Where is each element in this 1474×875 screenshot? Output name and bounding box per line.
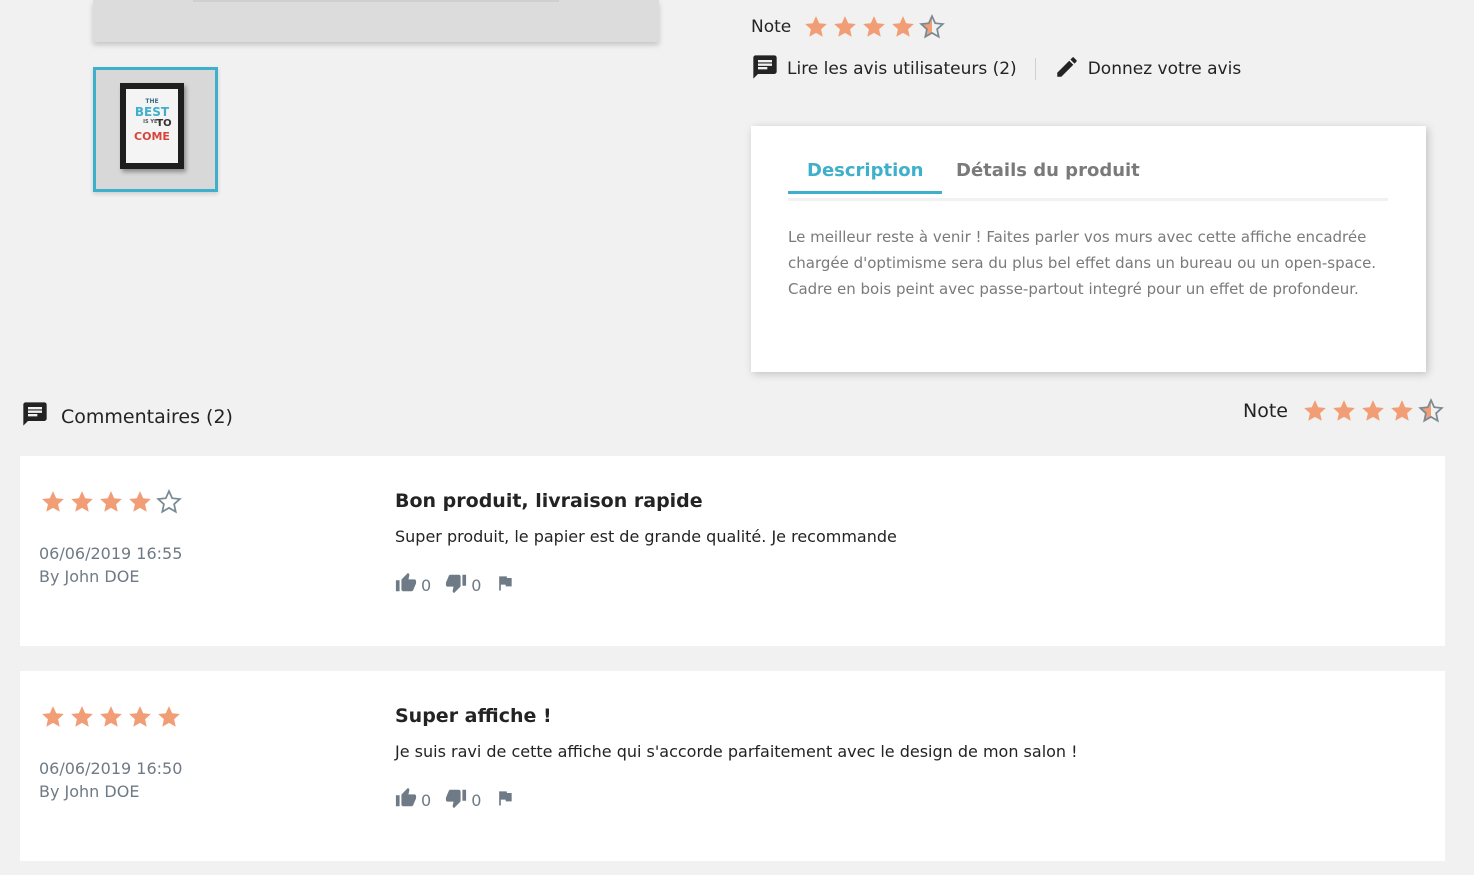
useful-count: 0 (421, 790, 432, 810)
thumbs-up-icon (395, 787, 417, 813)
description-text: Le meilleur reste à venir ! Faites parle… (788, 228, 1377, 298)
star-icon (100, 706, 122, 727)
average-rating-stars (1302, 398, 1444, 424)
review-body: Je suis ravi de cette affiche qui s'acco… (395, 742, 1078, 761)
comments-header: Commentaires (2) (21, 400, 233, 433)
review-stars (40, 704, 182, 730)
review-card: 06/06/2019 16:55 By John DOE Bon produit… (20, 456, 1445, 646)
poster-text-to: TO (156, 118, 172, 129)
not-useful-button[interactable]: 0 (445, 572, 481, 598)
product-rating: Note (751, 14, 946, 40)
average-rating: Note (1243, 398, 1444, 424)
thumbs-down-icon (445, 572, 467, 598)
star-icon (919, 14, 946, 39)
report-button[interactable] (495, 573, 515, 597)
not-useful-count: 0 (471, 790, 482, 810)
product-thumbnail[interactable]: THE BEST IS YET TO COME (93, 67, 218, 192)
star-icon (805, 16, 828, 37)
poster-frame: THE BEST IS YET TO COME (120, 83, 184, 169)
comment-icon (21, 400, 49, 433)
star-icon (100, 491, 122, 512)
comments-title: Commentaires (2) (61, 405, 233, 428)
review-actions: 0 0 (395, 787, 515, 813)
poster-text-best: BEST (134, 105, 170, 119)
poster-text-come: COME (134, 130, 170, 143)
product-main-image (93, 0, 659, 42)
review-links: Lire les avis utilisateurs (2) Donnez vo… (751, 54, 1242, 85)
review-card: 06/06/2019 16:50 By John DOE Super affic… (20, 671, 1445, 861)
tabs-bar: Description Détails du produit (788, 154, 1388, 201)
thumbs-up-icon (395, 572, 417, 598)
review-title: Super affiche ! (395, 705, 552, 727)
star-icon (156, 489, 182, 514)
star-icon (129, 706, 151, 727)
review-author: By John DOE (39, 782, 140, 801)
star-icon (1362, 400, 1384, 421)
star-icon (1391, 400, 1413, 421)
tab-product-details[interactable]: Détails du produit (956, 160, 1140, 191)
average-rating-label: Note (1243, 400, 1288, 422)
flag-icon (495, 788, 515, 812)
rating-label: Note (751, 17, 792, 37)
star-icon (1333, 400, 1355, 421)
not-useful-button[interactable]: 0 (445, 787, 481, 813)
rating-stars (803, 14, 946, 40)
product-tabs-panel: Description Détails du produit Le meille… (751, 126, 1426, 372)
star-icon (129, 491, 151, 512)
star-icon (892, 16, 915, 37)
read-reviews-label: Lire les avis utilisateurs (2) (787, 59, 1017, 79)
review-title: Bon produit, livraison rapide (395, 490, 703, 512)
star-icon (158, 706, 180, 727)
review-author: By John DOE (39, 567, 140, 586)
useful-button[interactable]: 0 (395, 572, 431, 598)
review-body: Super produit, le papier est de grande q… (395, 527, 897, 546)
write-review-label: Donnez votre avis (1087, 59, 1242, 79)
useful-count: 0 (421, 575, 432, 595)
star-icon (834, 16, 857, 37)
star-icon (1304, 400, 1326, 421)
review-date: 06/06/2019 16:50 (39, 759, 183, 778)
report-button[interactable] (495, 788, 515, 812)
thumbs-down-icon (445, 787, 467, 813)
review-actions: 0 0 (395, 572, 515, 598)
star-icon (863, 16, 886, 37)
star-icon (1418, 398, 1444, 423)
star-icon (71, 491, 93, 512)
write-review-link[interactable]: Donnez votre avis (1054, 54, 1242, 85)
star-icon (71, 706, 93, 727)
star-icon (42, 706, 64, 727)
not-useful-count: 0 (471, 575, 482, 595)
useful-button[interactable]: 0 (395, 787, 431, 813)
flag-icon (495, 573, 515, 597)
star-icon (42, 491, 64, 512)
comment-icon (751, 53, 779, 86)
review-stars (40, 489, 182, 515)
link-divider (1034, 58, 1036, 80)
pencil-icon (1054, 54, 1080, 85)
read-reviews-link[interactable]: Lire les avis utilisateurs (2) (751, 53, 1017, 86)
tab-description[interactable]: Description (788, 160, 943, 194)
review-date: 06/06/2019 16:55 (39, 544, 183, 563)
